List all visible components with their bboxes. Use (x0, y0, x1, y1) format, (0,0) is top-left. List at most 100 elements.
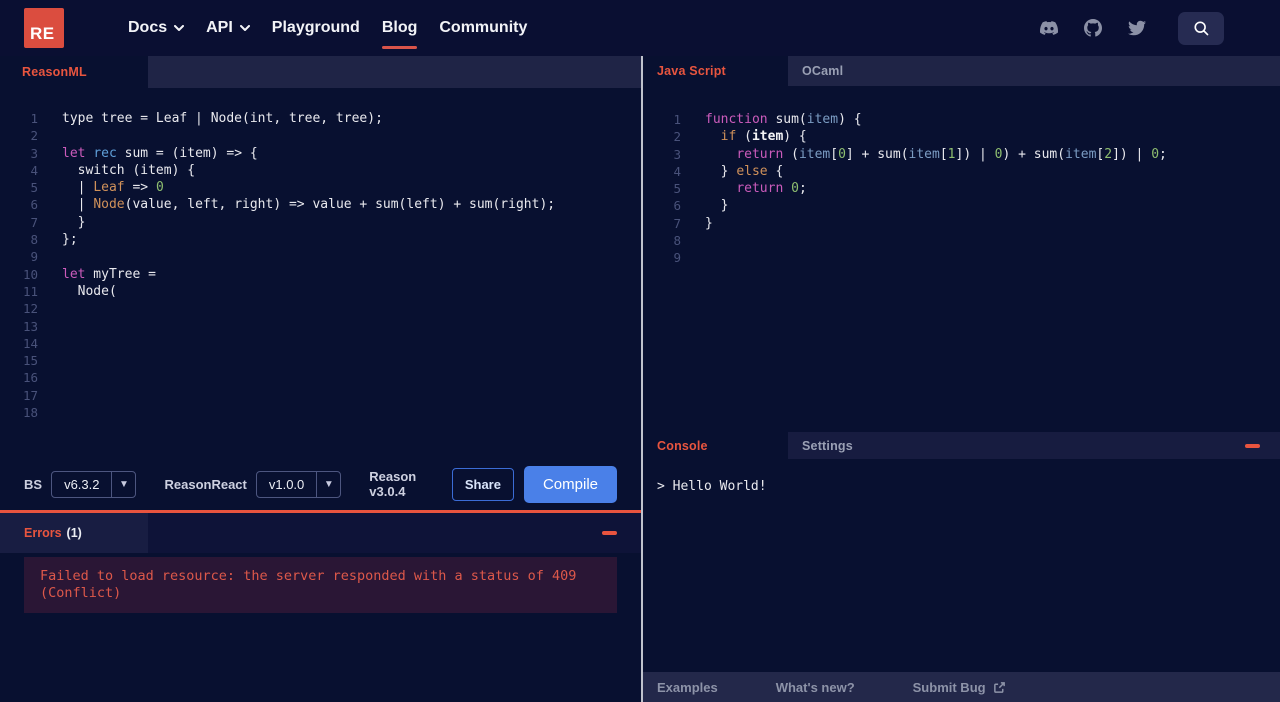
footer-link-label: Submit Bug (912, 679, 986, 695)
code-text: let myTree = (62, 266, 156, 282)
code-text: | Node(value, left, right) => value + su… (62, 197, 556, 213)
tab-ocaml[interactable]: OCaml (788, 56, 933, 86)
line-number: 17 (22, 387, 38, 403)
line-number: 1 (673, 112, 681, 127)
console-output-line: > Hello World! (657, 479, 767, 494)
twitter-icon[interactable] (1128, 19, 1146, 37)
code-line: 11 Node( (0, 283, 641, 300)
code-line: 5 | Leaf => 0 (0, 179, 641, 196)
line-number: 10 (22, 266, 38, 282)
nav-item-playground[interactable]: Playground (272, 13, 360, 43)
line-number: 7 (673, 215, 681, 231)
tab-reasonml[interactable]: ReasonML (0, 56, 148, 88)
line-number: 6 (30, 197, 38, 213)
compile-button[interactable]: Compile (523, 465, 617, 503)
nav-item-label: Docs (128, 19, 168, 36)
line-number: 14 (22, 335, 38, 351)
nav-item-label: Blog (381, 19, 418, 36)
code-text: }; (62, 232, 78, 248)
reason-code-editor[interactable]: 1 type tree = Leaf | Node(int, tree, tree… (0, 88, 641, 458)
code-line: 6 | Node(value, left, right) => value + … (0, 196, 641, 213)
line-number: 11 (22, 283, 38, 299)
output-panel: Java Script OCaml 1 function sum(item) {2 … (643, 56, 1280, 702)
code-line: 10 let myTree = (0, 266, 641, 283)
nav-item-blog[interactable]: Blog (381, 13, 418, 49)
share-button[interactable]: Share (451, 467, 514, 501)
tab-settings[interactable]: Settings (788, 432, 867, 459)
tab-label: OCaml (802, 64, 844, 78)
top-navbar: RE Docs API Playground Blog Community (0, 0, 1280, 56)
github-icon[interactable] (1084, 19, 1102, 37)
search-icon (1194, 21, 1209, 36)
reason-logo[interactable]: RE (24, 8, 64, 48)
bs-label: BS (24, 476, 43, 492)
footer-link-label: Examples (657, 679, 718, 695)
reason-version-text: Reason v3.0.4 (369, 469, 417, 499)
nav-item-community[interactable]: Community (439, 13, 527, 43)
line-number: 5 (673, 181, 681, 197)
line-number: 1 (30, 111, 38, 126)
line-number: 9 (30, 249, 38, 265)
errors-count: (1) (66, 526, 82, 540)
code-text: } (705, 198, 729, 214)
code-text: return 0; (736, 181, 807, 197)
footer-bar: Examples What's new? Submit Bug (643, 672, 1280, 702)
bs-version-value: v6.3.2 (64, 476, 100, 492)
line-number: 5 (30, 180, 38, 196)
code-text: Node( (62, 283, 117, 299)
line-number: 7 (30, 214, 38, 230)
footer-link-examples[interactable]: Examples (657, 680, 718, 695)
error-message-text: Failed to load resource: the server resp… (40, 568, 577, 601)
reasonreact-label: ReasonReact (164, 476, 247, 492)
code-text: function sum(item) { (705, 112, 862, 127)
code-text: if (item) { (720, 129, 807, 145)
minimize-console-icon[interactable] (1245, 443, 1260, 448)
error-message-box: Failed to load resource: the server resp… (24, 557, 617, 613)
code-line: 13 (0, 318, 641, 335)
nav-item-label: Community (439, 19, 528, 36)
code-line: 17 (0, 387, 641, 404)
nav-item-docs[interactable]: Docs (128, 13, 185, 43)
tab-java-script[interactable]: Java Script (643, 56, 788, 86)
code-line: 8}; (0, 231, 641, 248)
reasonreact-version-dropdown[interactable]: v1.0.0 ▼ (255, 470, 342, 498)
console-output: > Hello World! (643, 459, 1280, 672)
code-text: type tree = Leaf | Node(int, tree, tree)… (62, 111, 383, 126)
panel-splitter[interactable] (641, 56, 643, 702)
code-line: 8 (643, 232, 1280, 249)
tab-console[interactable]: Console (643, 432, 788, 459)
line-number: 9 (673, 250, 681, 266)
collapse-errors-icon[interactable] (602, 531, 617, 535)
discord-icon[interactable] (1040, 19, 1058, 37)
code-line: 15 (0, 352, 641, 369)
code-text: let rec sum = (item) => { (62, 145, 258, 161)
code-line: 1 function sum(item) { (643, 111, 1280, 128)
line-number: 13 (22, 318, 38, 334)
chevron-down-icon (239, 24, 250, 31)
errors-header-bar: Errors (1) (0, 513, 641, 553)
bs-version-dropdown[interactable]: v6.3.2 ▼ (51, 470, 137, 498)
line-number: 16 (22, 370, 38, 386)
code-line: 2 if (item) { (643, 128, 1280, 145)
code-text: } (705, 215, 713, 231)
search-button[interactable] (1178, 11, 1224, 45)
code-line: 2 (0, 127, 641, 144)
line-number: 4 (30, 162, 38, 178)
line-number: 8 (673, 233, 681, 249)
code-line: 7 } (0, 214, 641, 231)
code-line: 18 (0, 404, 641, 421)
footer-link-what-s-new[interactable]: What's new? (776, 680, 855, 695)
output-tabbar: Java Script OCaml (643, 56, 1280, 86)
javascript-output-editor[interactable]: 1 function sum(item) {2 if (item) {3 retu… (643, 86, 1280, 432)
footer-link-submit-bug[interactable]: Submit Bug (913, 680, 1006, 695)
errors-tab[interactable]: Errors (1) (0, 513, 148, 553)
nav-item-api[interactable]: API (206, 13, 250, 43)
